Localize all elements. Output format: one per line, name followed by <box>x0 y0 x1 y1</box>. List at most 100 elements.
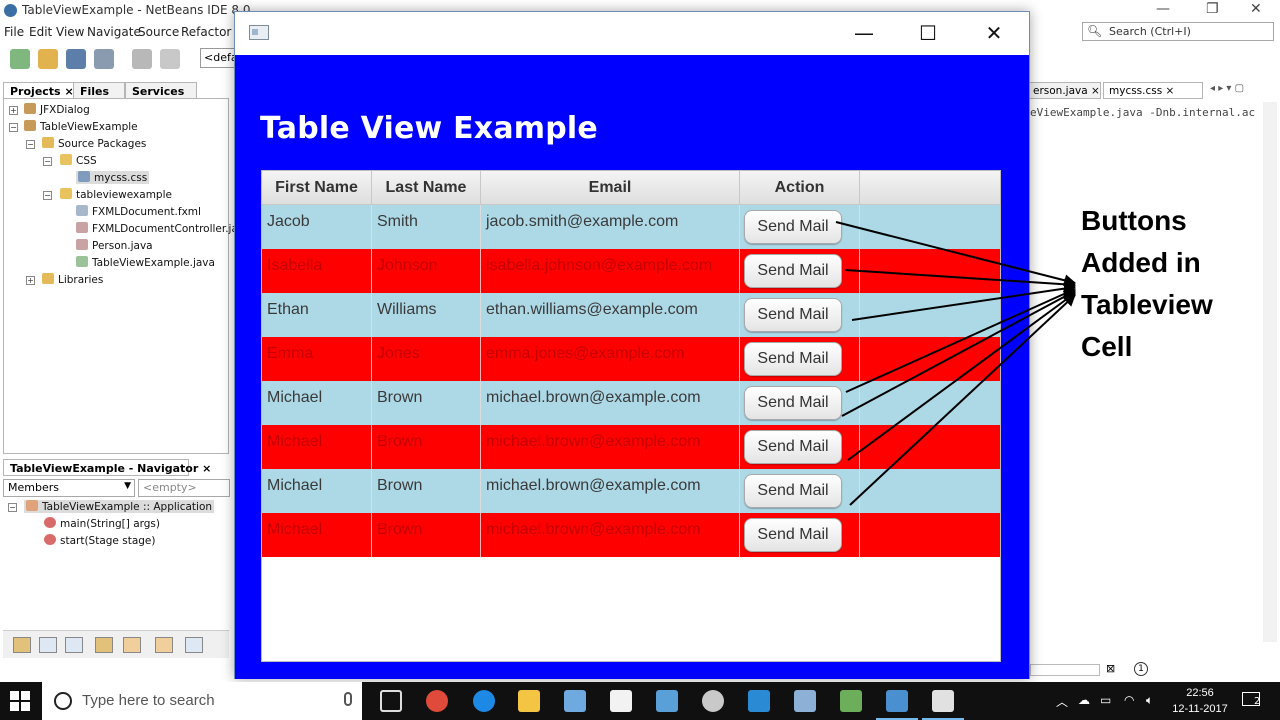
collapse-toggle[interactable]: − <box>9 123 18 132</box>
chrome-icon[interactable] <box>426 690 448 712</box>
table-row[interactable]: Michael Brown michael.brown@example.com … <box>262 425 1000 469</box>
app-close-icon[interactable]: ✕ <box>971 18 1017 48</box>
send-mail-button[interactable]: Send Mail <box>744 386 842 420</box>
netbeans-taskbar-icon[interactable] <box>876 690 918 720</box>
send-mail-button[interactable]: Send Mail <box>744 474 842 508</box>
tree-item-source-packages[interactable]: Source Packages <box>42 137 146 150</box>
new-file-icon[interactable] <box>10 49 30 69</box>
send-mail-button[interactable]: Send Mail <box>744 430 842 464</box>
snipping-tool-icon[interactable] <box>748 690 770 712</box>
nav-item-main[interactable]: main(String[] args) <box>44 517 160 530</box>
column-header-first-name[interactable]: First Name <box>262 171 372 205</box>
editor-scrollbar[interactable] <box>1263 102 1277 642</box>
filter-icon[interactable] <box>13 637 31 653</box>
inherited-icon[interactable] <box>123 637 141 653</box>
fields-icon[interactable] <box>39 637 57 653</box>
table-row[interactable]: Isabella Johnson isabella.johnson@exampl… <box>262 249 1000 293</box>
undo-icon[interactable] <box>132 49 152 69</box>
tree-item-tableviewexample-package[interactable]: tableviewexample <box>60 188 172 201</box>
send-mail-button[interactable]: Send Mail <box>744 298 842 332</box>
tab-services[interactable]: Services <box>125 82 197 99</box>
edge-icon[interactable] <box>473 690 495 712</box>
restore-icon[interactable]: ❐ <box>1206 1 1219 17</box>
tree-item-libraries[interactable]: Libraries <box>42 273 103 286</box>
notification-count[interactable]: 1 <box>1134 662 1148 676</box>
save-all-icon[interactable] <box>94 49 114 69</box>
wifi-icon[interactable]: ◠ <box>1124 693 1134 707</box>
column-header-last-name[interactable]: Last Name <box>372 171 481 205</box>
lock-icon[interactable] <box>95 637 113 653</box>
tree-item-mycss[interactable]: mycss.css <box>76 171 150 184</box>
editor-tab-person[interactable]: erson.java × <box>1027 82 1101 99</box>
tree-item-controller[interactable]: FXMLDocumentController.java <box>76 222 251 235</box>
static-icon[interactable] <box>65 637 83 653</box>
editor-tab-mycss[interactable]: mycss.css × <box>1103 82 1203 99</box>
taskbar-search-input[interactable]: Type here to search <box>42 682 362 720</box>
tree-item-jfxdialog[interactable]: JFXDialog <box>24 103 90 116</box>
tree-item-person[interactable]: Person.java <box>76 239 153 252</box>
sort-icon[interactable] <box>155 637 173 653</box>
app-maximize-icon[interactable]: ☐ <box>905 18 951 48</box>
windows-start-icon[interactable] <box>10 691 30 711</box>
battery-icon[interactable]: ▭ <box>1100 693 1111 707</box>
open-project-icon[interactable] <box>66 49 86 69</box>
table-row[interactable]: Michael Brown michael.brown@example.com … <box>262 381 1000 425</box>
notepad-plus-icon[interactable] <box>840 690 862 712</box>
collapse-toggle[interactable]: − <box>26 140 35 149</box>
menu-file[interactable]: File <box>4 25 24 39</box>
collapse-toggle[interactable]: − <box>43 191 52 200</box>
minimize-icon[interactable]: — <box>1156 1 1170 17</box>
redo-icon[interactable] <box>160 49 180 69</box>
tree-item-fxml[interactable]: FXMLDocument.fxml <box>76 205 201 218</box>
collapse-toggle[interactable]: − <box>43 157 52 166</box>
send-mail-button[interactable]: Send Mail <box>744 518 842 552</box>
expand-toggle[interactable]: + <box>26 276 35 285</box>
table-row[interactable]: Michael Brown michael.brown@example.com … <box>262 469 1000 513</box>
menu-refactor[interactable]: Refactor <box>181 25 231 39</box>
menu-source[interactable]: Source <box>138 25 179 39</box>
network-app-icon[interactable] <box>794 690 816 712</box>
menu-view[interactable]: View <box>56 25 84 39</box>
tree-item-tableviewexample[interactable]: TableViewExample <box>24 120 138 133</box>
store-icon[interactable] <box>564 690 586 712</box>
taskbar-clock[interactable]: 22:56 12-11-2017 <box>1165 685 1235 717</box>
ide-search-input[interactable]: 🔍︎ Search (Ctrl+I) <box>1082 22 1274 41</box>
file-explorer-icon[interactable] <box>518 690 540 712</box>
remote-desktop-icon[interactable] <box>656 690 678 712</box>
column-header-email[interactable]: Email <box>481 171 740 205</box>
sort-name-icon[interactable] <box>185 637 203 653</box>
close-icon[interactable]: ✕ <box>1250 1 1262 17</box>
tree-item-css[interactable]: CSS <box>60 154 97 167</box>
expand-toggle[interactable]: + <box>9 106 18 115</box>
tab-nav-icons[interactable]: ◂ ▸ ▾ ▢ <box>1210 83 1244 94</box>
java-app-taskbar-icon[interactable] <box>922 690 964 720</box>
tree-item-main-class[interactable]: TableViewExample.java <box>76 256 215 269</box>
mail-icon[interactable] <box>610 690 632 712</box>
microphone-icon[interactable] <box>344 692 352 706</box>
navigator-filter-select[interactable]: <empty> <box>138 479 230 497</box>
paint-icon[interactable] <box>702 690 724 712</box>
new-project-icon[interactable] <box>38 49 58 69</box>
send-mail-button[interactable]: Send Mail <box>744 342 842 376</box>
navigator-header[interactable]: TableViewExample - Navigator × <box>3 459 211 476</box>
tab-projects[interactable]: Projects × <box>3 82 81 99</box>
nav-item-class[interactable]: TableViewExample :: Application <box>24 500 215 513</box>
table-row[interactable]: Michael Brown michael.brown@example.com … <box>262 513 1000 557</box>
status-close-icon[interactable]: ⊠ <box>1106 662 1115 675</box>
send-mail-button[interactable]: Send Mail <box>744 210 842 244</box>
column-header-action[interactable]: Action <box>740 171 860 205</box>
menu-navigate[interactable]: Navigate <box>87 25 141 39</box>
volume-icon[interactable]: 🔈︎ <box>1146 693 1153 708</box>
collapse-toggle[interactable]: − <box>8 503 17 512</box>
tray-chevron-icon[interactable]: ︿ <box>1056 693 1068 710</box>
table-row[interactable]: Jacob Smith jacob.smith@example.com Send… <box>262 205 1000 249</box>
task-view-icon[interactable] <box>380 690 402 712</box>
send-mail-button[interactable]: Send Mail <box>744 254 842 288</box>
table-row[interactable]: Ethan Williams ethan.williams@example.co… <box>262 293 1000 337</box>
nav-item-start[interactable]: start(Stage stage) <box>44 534 155 547</box>
onedrive-icon[interactable]: ☁ <box>1078 693 1090 707</box>
menu-edit[interactable]: Edit <box>29 25 52 39</box>
tab-files[interactable]: Files <box>73 82 125 99</box>
table-row[interactable]: Emma Jones emma.jones@example.com Send M… <box>262 337 1000 381</box>
navigator-members-select[interactable]: Members ▼ <box>3 479 135 497</box>
